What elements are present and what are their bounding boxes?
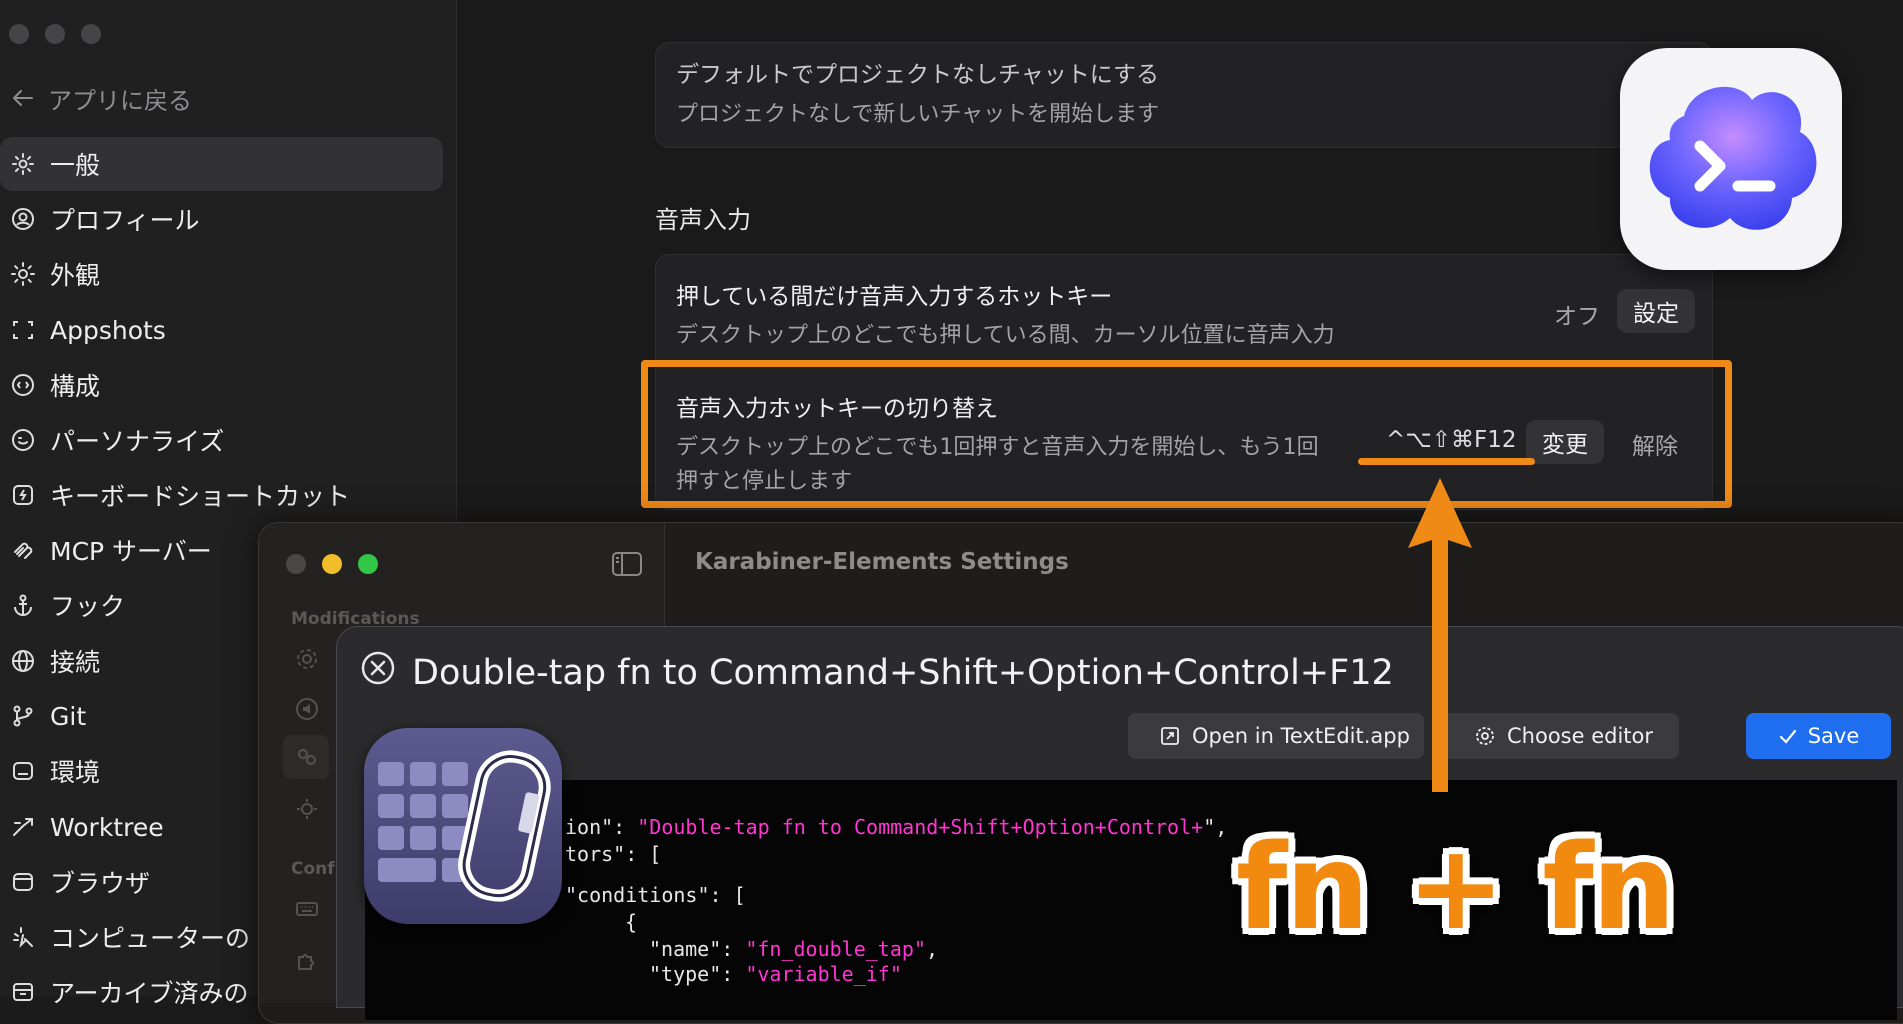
keyboard-icon [295,897,319,921]
toggle-hotkey-shortcut[interactable]: ^⌥⇧⌘F12 [1386,427,1517,453]
toggle-hotkey-change-button[interactable]: 変更 [1526,420,1604,464]
sidebar-toggle-icon[interactable] [612,552,642,576]
back-to-app-label: アプリに戻る [48,86,192,115]
sidebar-item-label: ブラウザ [50,869,151,898]
save-button[interactable]: Save [1746,713,1891,759]
checkmark-icon [1778,726,1798,746]
karabiner-sidebar-section-config: Conf [291,859,335,879]
sidebar-item-label: キーボードショートカット [50,482,351,511]
puzzle-icon [295,949,319,973]
mcp-icon [10,537,36,563]
archive-icon [10,979,36,1005]
default-no-project-description: プロジェクトなしで新しいチャットを開始します [676,102,1160,127]
sidebar-item-profile[interactable]: プロフィール [0,192,443,246]
sidebar-item-label: 構成 [50,372,101,401]
code-line-4: { [625,910,638,934]
dialog-title: Double-tap fn to Command+Shift+Option+Co… [412,653,1394,693]
sidebar-item-label: 一般 [50,151,101,180]
karabiner-app-icon [364,728,562,924]
code-line-1: ion": "Double-tap fn to Command+Shift+Op… [565,815,1228,839]
toggle-hotkey-description-line1: デスクトップ上のどこでも1回押すと音声入力を開始し、もう1回 [676,435,1319,460]
worktree-icon [10,814,36,840]
sidebar-item-general[interactable]: 一般 [0,137,443,191]
terminal-app-icon [1620,48,1842,270]
card-divider [656,365,1712,366]
sidebar-item-label: 外観 [50,261,101,290]
sidebar-item-label: Git [50,701,87,731]
push-to-talk-description: デスクトップ上のどこでも押している間、カーソル位置に音声入力 [676,323,1335,348]
hotkey-underline-annotation [1358,458,1535,465]
push-to-talk-status: オフ [1554,304,1600,330]
speaker-icon [295,697,319,721]
toggle-hotkey-description-line2: 押すと停止します [676,469,853,494]
code-line-6: "type": "variable_if" [649,962,902,986]
close-icon[interactable] [361,651,395,685]
keyboard-shortcut-icon [10,482,36,508]
choose-editor-label: Choose editor [1507,724,1654,748]
fn-plus-fn-annotation: fn + fn [1236,818,1676,956]
sidebar-item-configuration[interactable]: 構成 [0,358,443,412]
external-link-icon [1160,726,1180,746]
sidebar-item-appshots[interactable]: Appshots [0,303,443,357]
gear-icon [10,151,36,177]
code-line-2: tors": [ [565,842,662,866]
default-no-project-card[interactable]: デフォルトでプロジェクトなしチャットにする プロジェクトなしで新しいチャットを開… [655,42,1713,148]
window-close-button[interactable] [286,554,306,574]
back-to-app-link[interactable]: アプリに戻る [12,80,192,116]
anchor-icon [10,592,36,618]
sidebar-item-label: プロフィール [50,206,200,235]
computer-use-icon [10,924,36,950]
open-in-textedit-button[interactable]: Open in TextEdit.app [1128,713,1424,759]
code-line-5: "name": "fn_double_tap", [649,937,938,961]
browser-icon [10,869,36,895]
toggle-hotkey-title: 音声入力ホットキーの切り替え [676,396,998,422]
code-line-3: "conditions": [ [565,883,746,907]
push-to-talk-set-button[interactable]: 設定 [1617,289,1695,333]
sidebar-item-label: Appshots [50,315,166,345]
toggle-hotkey-clear-button[interactable]: 解除 [1632,427,1678,461]
sidebar-item-personalize[interactable]: パーソナライズ [0,413,443,467]
sun-icon [295,797,319,821]
voice-input-section-heading: 音声入力 [655,206,751,234]
push-to-talk-title: 押している間だけ音声入力するホットキー [676,284,1113,310]
sidebar-item-keyboard-shortcuts[interactable]: キーボードショートカット [0,468,443,522]
screenshot-icon [10,317,36,343]
window-minimize-button[interactable] [45,24,65,44]
arrow-left-icon [12,87,34,109]
sidebar-item-label: コンピューターの [50,924,251,953]
sidebar-item-label: MCP サーバー [50,537,212,566]
globe-icon [10,648,36,674]
window-close-button[interactable] [9,24,29,44]
complex-modifications-icon [295,745,319,769]
sidebar-item-label: フック [50,592,126,621]
window-zoom-button[interactable] [358,554,378,574]
save-label: Save [1807,724,1860,748]
config-icon [10,372,36,398]
window-minimize-button[interactable] [322,554,342,574]
sidebar-item-label: 接続 [50,648,101,677]
voice-input-card: 押している間だけ音声入力するホットキー デスクトップ上のどこでも押している間、カ… [655,254,1713,510]
gear-icon [295,647,319,671]
open-in-textedit-label: Open in TextEdit.app [1192,724,1410,748]
profile-icon [10,206,36,232]
sidebar-item-label: 環境 [50,758,101,787]
sidebar-item-label: パーソナライズ [50,427,225,456]
window-zoom-button[interactable] [81,24,101,44]
environment-icon [10,758,36,784]
git-branch-icon [10,703,36,729]
sidebar-item-appearance[interactable]: 外観 [0,247,443,301]
personalize-icon [10,427,36,453]
karabiner-window-title: Karabiner-Elements Settings [695,549,1069,575]
sidebar-item-label: Worktree [50,812,164,842]
sidebar-item-label: アーカイブ済みの [50,979,249,1008]
arrow-up-annotation [1400,470,1480,800]
sun-icon [10,261,36,287]
default-no-project-title: デフォルトでプロジェクトなしチャットにする [676,62,1159,88]
